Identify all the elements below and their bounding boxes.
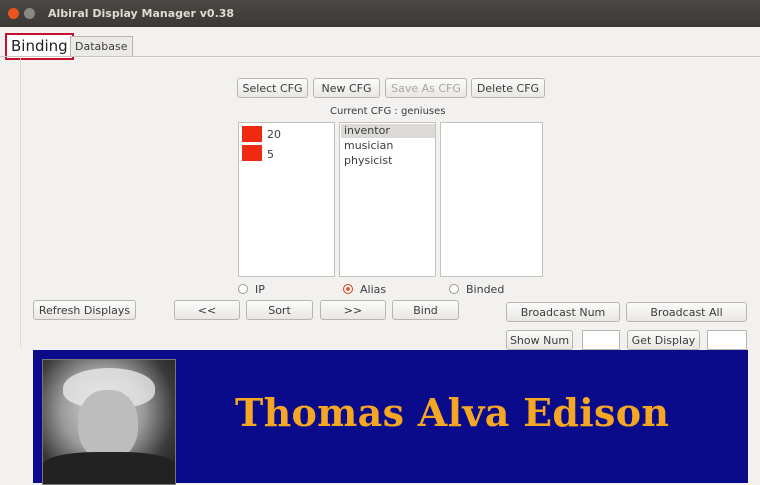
tab-database[interactable]: Database	[70, 36, 133, 57]
next-button[interactable]: >>	[320, 300, 386, 320]
display-name-text: Thomas Alva Edison	[235, 390, 670, 435]
delete-cfg-button[interactable]: Delete CFG	[471, 78, 545, 98]
broadcast-all-button[interactable]: Broadcast All	[626, 302, 747, 322]
list-item[interactable]: 20	[267, 128, 281, 141]
prev-button[interactable]: <<	[174, 300, 240, 320]
select-cfg-button[interactable]: Select CFG	[237, 78, 308, 98]
binded-list[interactable]	[440, 122, 543, 277]
radio-binded-label: Binded	[466, 283, 505, 296]
portrait-shoulders	[43, 452, 175, 484]
minimize-window-icon[interactable]	[24, 8, 35, 19]
get-display-button[interactable]: Get Display	[627, 330, 700, 350]
display-preview: Thomas Alva Edison	[33, 350, 748, 485]
close-window-icon[interactable]	[8, 8, 19, 19]
radio-ip-label: IP	[255, 283, 265, 296]
title-bar[interactable]: Albiral Display Manager v0.38	[0, 0, 760, 27]
list-item[interactable]: musician	[344, 139, 393, 152]
window-title: Albiral Display Manager v0.38	[48, 7, 235, 20]
portrait-image	[42, 359, 176, 485]
show-num-button[interactable]: Show Num	[506, 330, 573, 350]
list-item[interactable]: inventor	[344, 124, 390, 137]
list-item[interactable]: physicist	[344, 154, 392, 167]
new-cfg-button[interactable]: New CFG	[313, 78, 380, 98]
radio-alias-label: Alias	[360, 283, 387, 296]
alias-list[interactable]: inventor musician physicist	[339, 122, 436, 277]
displays-list[interactable]: 20 5	[238, 122, 335, 277]
radio-binded[interactable]	[449, 284, 459, 294]
tab-divider	[0, 56, 760, 57]
bind-button[interactable]: Bind	[392, 300, 459, 320]
radio-alias[interactable]	[343, 284, 353, 294]
sort-button[interactable]: Sort	[246, 300, 313, 320]
portrait-face	[78, 390, 138, 460]
current-cfg-label: Current CFG : geniuses	[330, 106, 446, 117]
show-num-input[interactable]	[582, 330, 620, 350]
panel-border	[20, 57, 21, 347]
refresh-displays-button[interactable]: Refresh Displays	[33, 300, 136, 320]
get-display-input[interactable]	[707, 330, 747, 350]
list-item[interactable]: 5	[267, 148, 274, 161]
save-as-cfg-button[interactable]: Save As CFG	[385, 78, 467, 98]
radio-ip[interactable]	[238, 284, 248, 294]
broadcast-num-button[interactable]: Broadcast Num	[506, 302, 620, 322]
display-color-swatch	[242, 126, 262, 142]
display-color-swatch	[242, 145, 262, 161]
